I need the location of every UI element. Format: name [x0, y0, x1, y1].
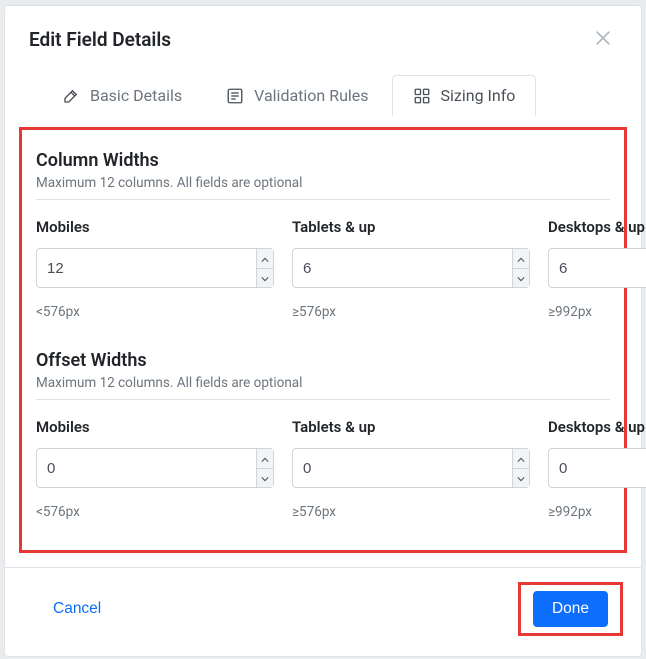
column-desktops-field: Desktops & up ≥992px [548, 218, 646, 320]
divider [36, 199, 610, 200]
chevron-down-icon [517, 470, 525, 485]
offset-mobiles-input[interactable] [37, 449, 256, 487]
field-label: Mobiles [36, 418, 274, 436]
field-hint: ≥992px [548, 504, 646, 520]
field-label: Tablets & up [292, 218, 530, 236]
spinner [256, 249, 273, 287]
column-widths-row: Mobiles <576px Tablets & up [36, 218, 610, 320]
spinner-down-button[interactable] [513, 269, 529, 288]
chevron-up-icon [517, 251, 525, 266]
chevron-down-icon [261, 270, 269, 285]
tab-validation-rules[interactable]: Validation Rules [205, 75, 389, 116]
offset-tablets-field: Tablets & up ≥576px [292, 418, 530, 520]
number-input-wrap [36, 448, 274, 488]
field-label: Tablets & up [292, 418, 530, 436]
done-button[interactable]: Done [533, 591, 608, 627]
close-icon [593, 28, 613, 51]
field-label: Mobiles [36, 218, 274, 236]
column-mobiles-input[interactable] [37, 249, 256, 287]
tab-content: Column Widths Maximum 12 columns. All fi… [5, 117, 641, 567]
number-input-wrap [292, 248, 530, 288]
field-label: Desktops & up [548, 218, 646, 236]
tab-sizing-info[interactable]: Sizing Info [392, 75, 537, 116]
spinner-up-button[interactable] [513, 449, 529, 469]
section-title: Offset Widths [36, 350, 610, 371]
number-input-wrap [292, 448, 530, 488]
close-button[interactable] [589, 24, 617, 55]
section-help: Maximum 12 columns. All fields are optio… [36, 375, 610, 391]
sizing-highlight: Column Widths Maximum 12 columns. All fi… [19, 127, 627, 553]
column-desktops-input[interactable] [549, 249, 646, 287]
spinner [256, 449, 273, 487]
section-title: Column Widths [36, 150, 610, 171]
offset-widths-section: Offset Widths Maximum 12 columns. All fi… [36, 350, 610, 520]
edit-field-modal: Edit Field Details Basic Details [4, 5, 642, 657]
column-tablets-field: Tablets & up ≥576px [292, 218, 530, 320]
field-hint: ≥992px [548, 304, 646, 320]
pencil-square-icon [62, 87, 80, 105]
chevron-up-icon [261, 251, 269, 266]
modal-footer: Cancel Done [5, 567, 641, 656]
spinner-down-button[interactable] [257, 469, 273, 488]
spinner-up-button[interactable] [513, 249, 529, 269]
done-highlight: Done [518, 582, 623, 636]
number-input-wrap [36, 248, 274, 288]
column-mobiles-field: Mobiles <576px [36, 218, 274, 320]
list-check-icon [226, 87, 244, 105]
chevron-down-icon [517, 270, 525, 285]
column-widths-section: Column Widths Maximum 12 columns. All fi… [36, 150, 610, 320]
chevron-down-icon [261, 470, 269, 485]
column-tablets-input[interactable] [293, 249, 512, 287]
spinner-up-button[interactable] [257, 249, 273, 269]
offset-tablets-input[interactable] [293, 449, 512, 487]
spinner [512, 449, 529, 487]
spinner-down-button[interactable] [257, 269, 273, 288]
chevron-up-icon [517, 451, 525, 466]
tab-label: Validation Rules [254, 86, 368, 105]
spinner-up-button[interactable] [257, 449, 273, 469]
tab-label: Basic Details [90, 86, 182, 105]
field-hint: <576px [36, 504, 274, 520]
spinner-down-button[interactable] [513, 469, 529, 488]
tab-label: Sizing Info [441, 86, 516, 105]
number-input-wrap [548, 448, 646, 488]
modal-header: Edit Field Details [5, 6, 641, 65]
spinner [512, 249, 529, 287]
tab-basic-details[interactable]: Basic Details [41, 75, 203, 116]
offset-desktops-input[interactable] [549, 449, 646, 487]
field-hint: <576px [36, 304, 274, 320]
offset-mobiles-field: Mobiles <576px [36, 418, 274, 520]
offset-desktops-field: Desktops & up ≥992px [548, 418, 646, 520]
field-hint: ≥576px [292, 304, 530, 320]
chevron-up-icon [261, 451, 269, 466]
field-label: Desktops & up [548, 418, 646, 436]
number-input-wrap [548, 248, 646, 288]
field-hint: ≥576px [292, 504, 530, 520]
grid-icon [413, 87, 431, 105]
divider [36, 399, 610, 400]
cancel-button[interactable]: Cancel [23, 592, 131, 626]
offset-widths-row: Mobiles <576px Tablets & up [36, 418, 610, 520]
tabs: Basic Details Validation Rules [5, 65, 641, 117]
section-help: Maximum 12 columns. All fields are optio… [36, 175, 610, 191]
modal-title: Edit Field Details [29, 28, 171, 51]
